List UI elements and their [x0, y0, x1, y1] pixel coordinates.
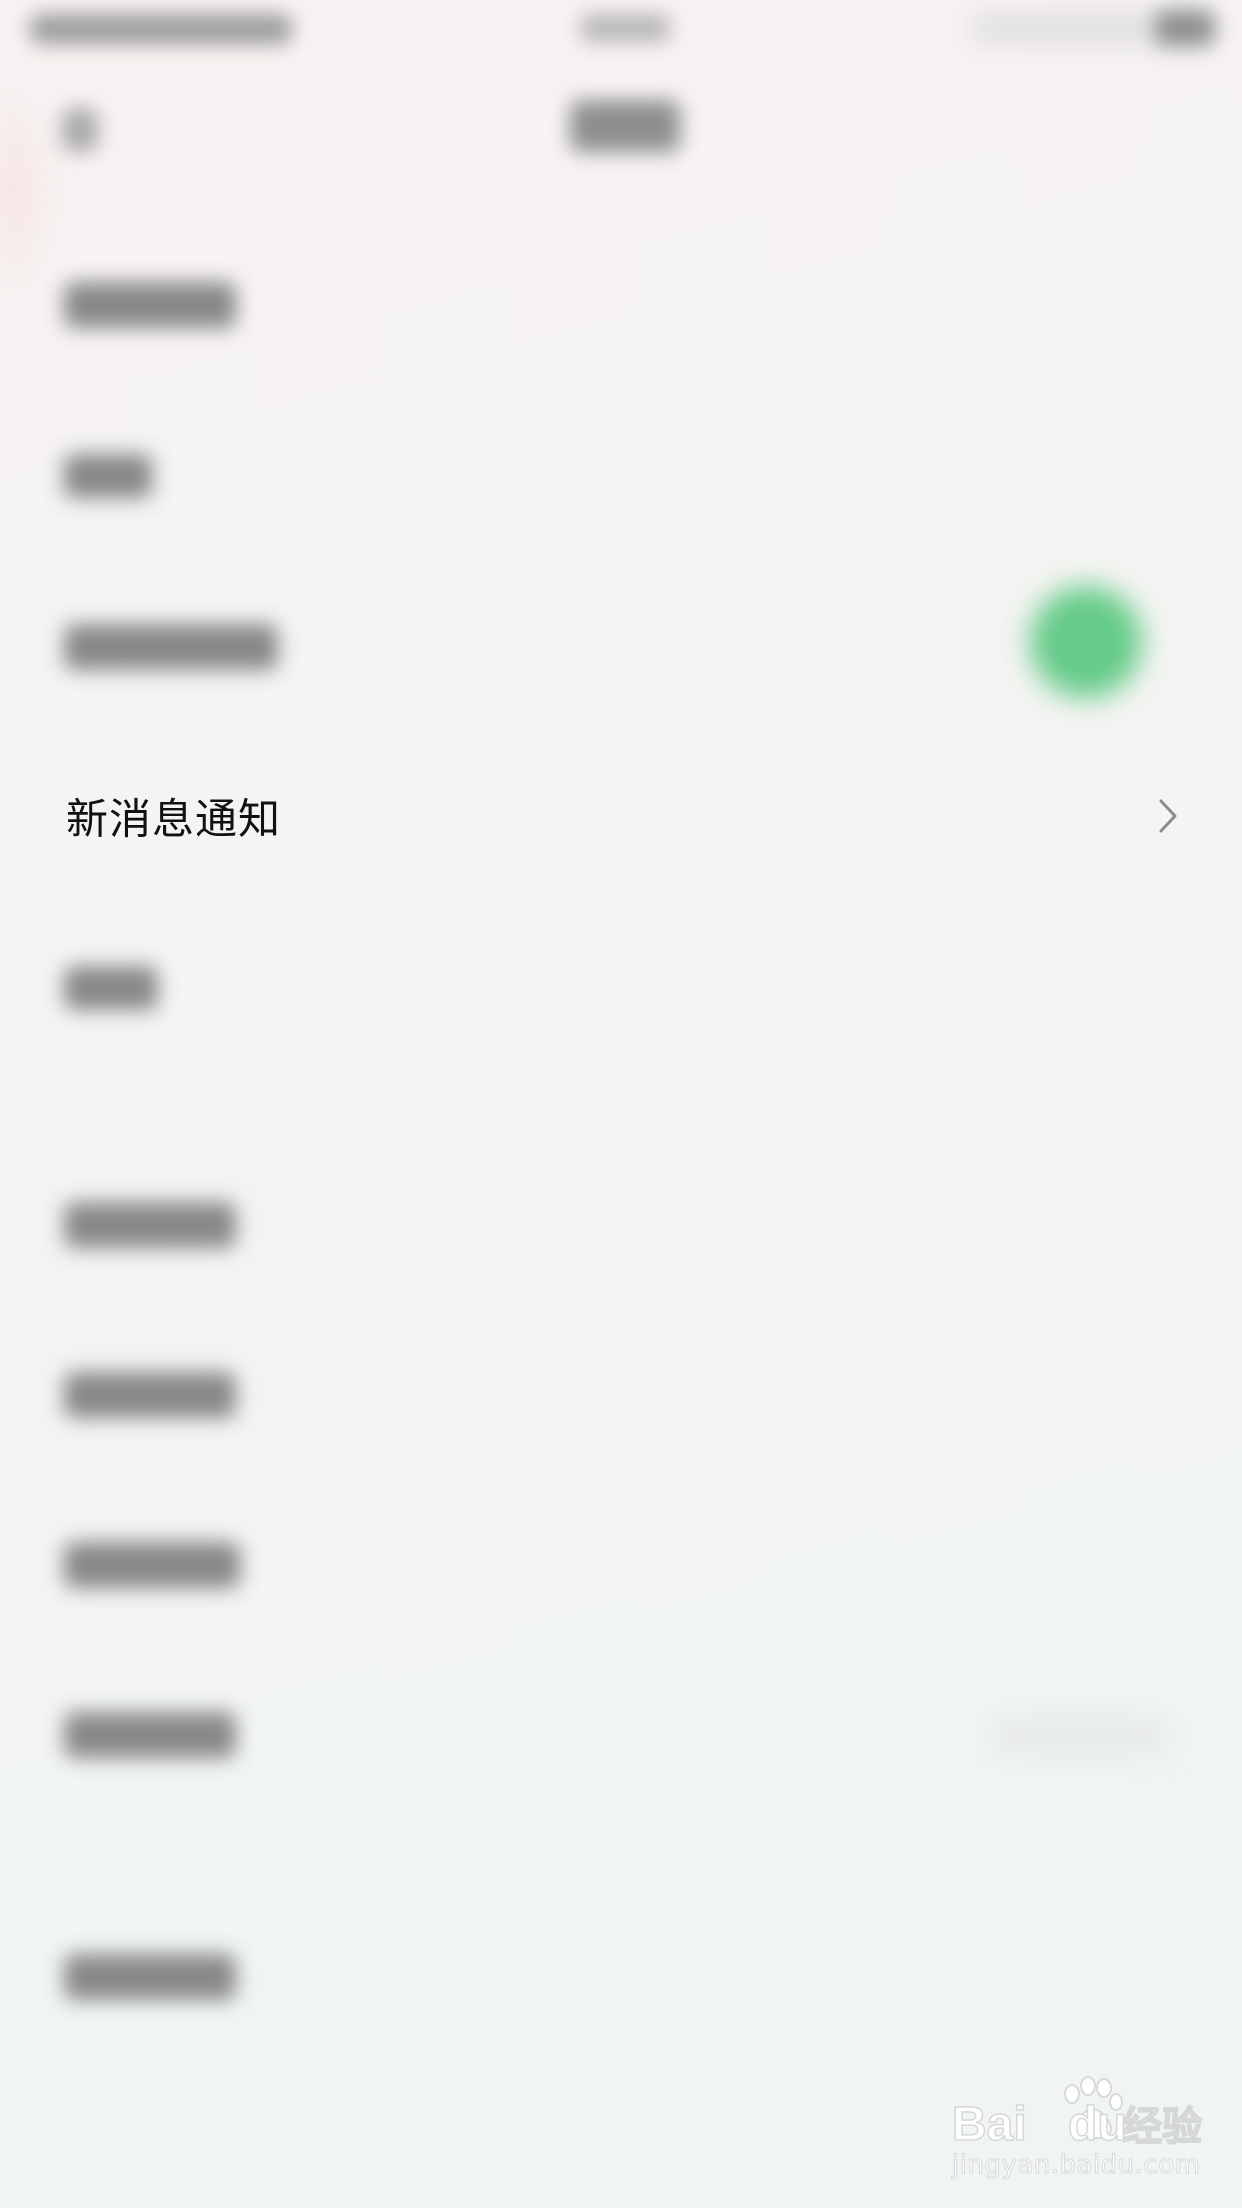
settings-row-blurred-9[interactable] — [64, 1712, 236, 1758]
settings-row-blurred-5[interactable] — [64, 966, 158, 1010]
svg-text:du: du — [1068, 2098, 1127, 2151]
settings-row-blurred-7[interactable] — [64, 1372, 236, 1418]
watermark-url: jingyan.baidu.com — [951, 2150, 1201, 2181]
status-bar-center-blurred — [580, 14, 670, 42]
settings-row-blurred-2[interactable] — [64, 454, 152, 498]
settings-row-value-blurred — [990, 1718, 1170, 1754]
settings-row-blurred-6[interactable] — [64, 1202, 236, 1248]
svg-text:经验: 经验 — [1122, 2105, 1202, 2149]
back-arrow-icon[interactable] — [62, 108, 98, 152]
settings-row-blurred-10[interactable] — [64, 1954, 236, 2000]
toggle-switch[interactable] — [1030, 586, 1142, 698]
battery-icon — [1155, 10, 1215, 46]
settings-row-blurred-1[interactable] — [64, 282, 236, 328]
settings-row-blurred-3[interactable] — [64, 624, 278, 670]
settings-row-new-message-notification[interactable]: 新消息通知 — [0, 748, 1242, 884]
page-title-blurred — [570, 100, 680, 152]
status-bar-left-blurred — [30, 14, 292, 44]
settings-row-blurred-8[interactable] — [64, 1542, 240, 1588]
settings-row-label: 新消息通知 — [66, 794, 282, 844]
svg-text:Bai: Bai — [952, 2098, 1027, 2151]
background-tint — [0, 80, 60, 300]
chevron-right-icon — [1159, 799, 1177, 833]
settings-screen: 新消息通知 Bai 经验 du jingyan.baidu.com — [0, 0, 1242, 2208]
